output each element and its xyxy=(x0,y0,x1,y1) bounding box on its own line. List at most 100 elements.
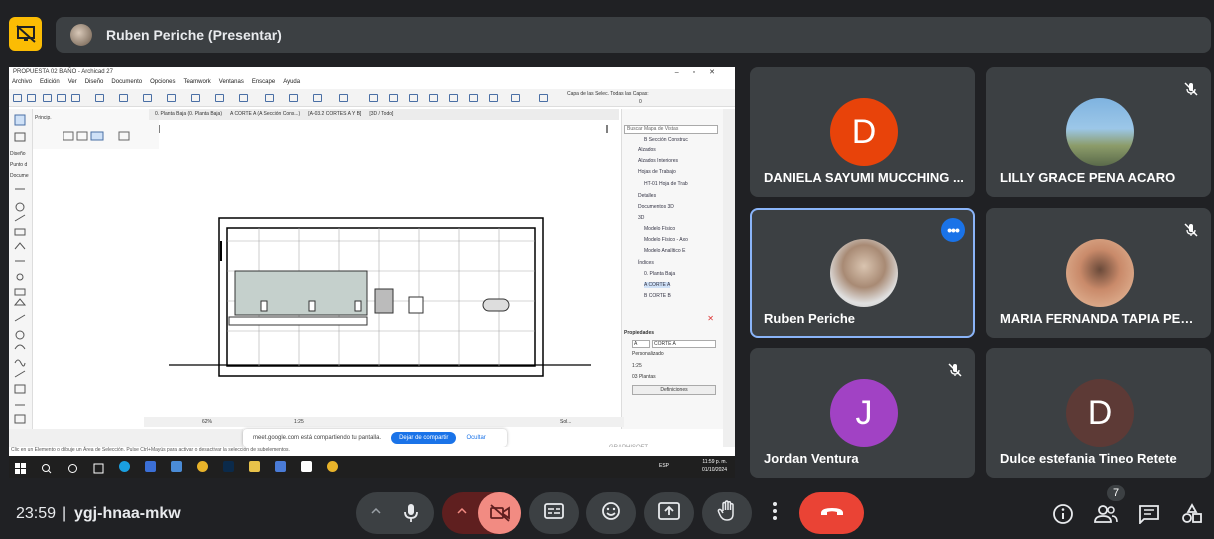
chat-icon[interactable] xyxy=(1137,502,1161,526)
raise-hand-button[interactable] xyxy=(702,492,752,534)
measure-icon[interactable] xyxy=(313,94,322,102)
grid-icon[interactable] xyxy=(167,94,176,102)
view-icon[interactable] xyxy=(265,94,274,102)
menu-item[interactable]: Documento xyxy=(111,79,142,89)
pen-icon[interactable] xyxy=(71,94,80,102)
offset-icon[interactable] xyxy=(409,94,418,102)
menu-item[interactable]: Opciones xyxy=(150,79,175,89)
windows-start-icon[interactable] xyxy=(15,461,26,474)
array-icon[interactable] xyxy=(511,94,520,102)
tab-3d[interactable]: [3D / Todo] xyxy=(369,111,393,118)
participant-tile[interactable]: J Jordan Ventura xyxy=(750,348,975,478)
fill-icon[interactable] xyxy=(143,94,152,102)
tree-item[interactable]: B CORTE B xyxy=(644,293,671,299)
trim-icon[interactable] xyxy=(369,94,378,102)
present-screen-button[interactable] xyxy=(644,492,694,534)
zoom-value[interactable]: 62% xyxy=(202,419,212,425)
menu-item[interactable]: Ventanas xyxy=(219,79,244,89)
chrome-icon[interactable] xyxy=(327,461,338,472)
captions-button[interactable] xyxy=(529,492,579,534)
scale-value[interactable]: 1:25 xyxy=(294,419,304,425)
more-options-button[interactable] xyxy=(760,492,790,534)
people-icon[interactable] xyxy=(1094,502,1118,526)
edge-icon[interactable] xyxy=(119,461,130,472)
camera-icon[interactable] xyxy=(239,94,248,102)
menu-item[interactable]: Archivo xyxy=(12,79,32,89)
info-icon[interactable] xyxy=(1051,502,1075,526)
tree-item[interactable]: Detalles xyxy=(638,193,656,199)
tree-item[interactable]: Documentos 3D xyxy=(638,204,674,210)
pencil-icon[interactable] xyxy=(57,94,66,102)
tree-item[interactable]: B Sección Construc xyxy=(644,137,688,143)
menu-item[interactable]: Teamwork xyxy=(183,79,210,89)
property-id-field[interactable]: A xyxy=(632,340,650,348)
camera-off-icon[interactable] xyxy=(478,492,521,534)
delete-icon[interactable]: ✕ xyxy=(707,314,714,323)
chevron-up-icon[interactable] xyxy=(455,504,469,523)
menu-item[interactable]: Enscape xyxy=(252,79,275,89)
emoji-button[interactable] xyxy=(586,492,636,534)
archicad-icon[interactable] xyxy=(301,461,312,472)
tab-corte-a[interactable]: A CORTE A (A Sección Cons...) xyxy=(230,111,300,118)
activities-icon[interactable] xyxy=(1180,502,1204,526)
split-icon[interactable] xyxy=(389,94,398,102)
more-options-icon[interactable]: ••• xyxy=(941,218,965,242)
chrome-icon[interactable] xyxy=(197,461,208,472)
navigator-search[interactable]: Buscar Mapa de Vistas xyxy=(624,125,718,134)
property-name-field[interactable]: CORTE A xyxy=(652,340,716,348)
pointer-icon[interactable] xyxy=(43,94,52,102)
end-call-button[interactable] xyxy=(799,492,864,534)
info-box-tools[interactable] xyxy=(62,131,143,141)
team-icon[interactable] xyxy=(539,94,548,102)
participant-tile-active[interactable]: ••• Ruben Periche xyxy=(750,208,975,338)
line-icon[interactable] xyxy=(119,94,128,102)
tree-item[interactable]: Modelo Físico xyxy=(644,226,675,232)
participant-tile[interactable]: D DANIELA SAYUMI MUCCHING ... xyxy=(750,67,975,197)
language-indicator[interactable]: ESP xyxy=(659,463,669,469)
menu-item[interactable]: Ayuda xyxy=(283,79,300,89)
menu-item[interactable]: Ver xyxy=(68,79,77,89)
menu-item[interactable]: Edición xyxy=(40,79,60,89)
participant-tile[interactable]: MARIA FERNANDA TAPIA PERA... xyxy=(986,208,1211,338)
chevron-up-icon[interactable] xyxy=(369,504,383,523)
tree-item-selected[interactable]: A CORTE A xyxy=(644,282,671,288)
tree-item[interactable]: 3D xyxy=(638,215,644,221)
mic-icon[interactable] xyxy=(402,503,420,528)
tree-item[interactable]: 0. Planta Baja xyxy=(644,271,675,277)
tab-planta-baja[interactable]: 0. Planta Baja (0. Planta Baja) xyxy=(155,111,222,118)
tree-item[interactable]: Hojas de Trabajo xyxy=(638,169,676,175)
status-other[interactable]: Sol... xyxy=(560,419,571,425)
stop-sharing-button[interactable]: Dejar de compartir xyxy=(391,432,457,444)
fillet-icon[interactable] xyxy=(429,94,438,102)
tree-item[interactable]: HT-01 Hoja de Trab xyxy=(644,181,688,187)
undo-icon[interactable] xyxy=(13,94,22,102)
participant-tile[interactable]: LILLY GRACE PENA ACARO xyxy=(986,67,1211,197)
copy-icon[interactable] xyxy=(215,94,224,102)
menu-item[interactable]: Diseño xyxy=(85,79,104,89)
tree-item[interactable]: Índices xyxy=(638,260,654,266)
redo-icon[interactable] xyxy=(27,94,36,102)
photoshop-icon[interactable] xyxy=(223,461,234,472)
task-view-icon[interactable] xyxy=(67,461,78,473)
folder-icon[interactable] xyxy=(249,461,260,472)
render-icon[interactable] xyxy=(339,94,348,102)
mirror-icon[interactable] xyxy=(469,94,478,102)
rotate-icon[interactable] xyxy=(489,94,498,102)
store-icon[interactable] xyxy=(171,461,182,472)
tab-cortes-ab[interactable]: [A-03.2 CORTES A Y B] xyxy=(308,111,361,118)
stretch-icon[interactable] xyxy=(449,94,458,102)
presentation-off-icon[interactable] xyxy=(9,17,42,51)
tree-item[interactable]: Modelo Analítico E xyxy=(644,248,685,254)
tree-item[interactable]: Alzados xyxy=(638,147,656,153)
participant-tile[interactable]: D Dulce estefania Tineo Retete xyxy=(986,348,1211,478)
app-icon[interactable] xyxy=(275,461,286,472)
tree-item[interactable]: Alzados Interiores xyxy=(638,158,678,164)
shield-icon[interactable] xyxy=(145,461,156,472)
taskbar-clock[interactable]: 11:59 p. m. 01/10/2024 xyxy=(702,458,727,474)
definitions-button[interactable]: Definiciones xyxy=(632,385,716,395)
drawing-canvas[interactable] xyxy=(158,121,638,417)
widgets-icon[interactable] xyxy=(93,461,104,474)
hide-link[interactable]: Ocultar xyxy=(466,435,485,441)
layer-icon[interactable] xyxy=(95,94,104,102)
tree-item[interactable]: Modelo Físico - Axo xyxy=(644,237,688,243)
